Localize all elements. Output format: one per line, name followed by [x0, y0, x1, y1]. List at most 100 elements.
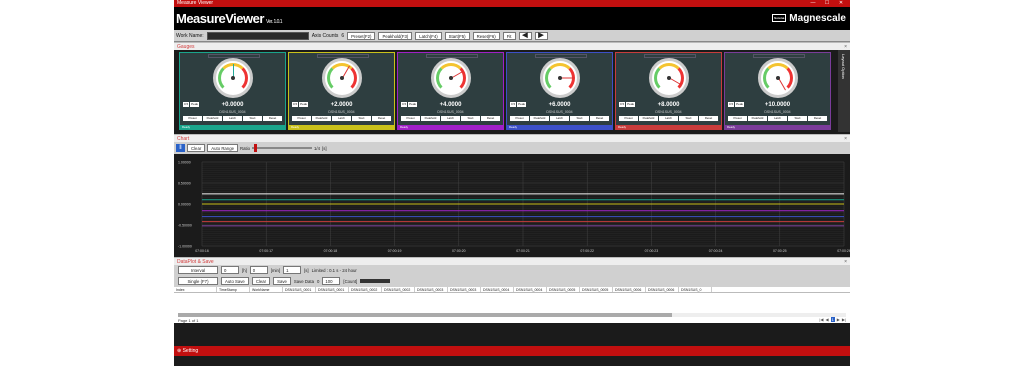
- column-header[interactable]: DSN1SUS_0004: [514, 287, 547, 292]
- interval-hours[interactable]: 0: [221, 266, 239, 274]
- gauge-button[interactable]: Peakhold: [639, 116, 658, 121]
- column-header[interactable]: Index: [174, 287, 217, 292]
- gauge-1[interactable]: 0.5 Peak +0.0000 DSN1SUS_0004 Preset Peakhold…: [179, 52, 286, 130]
- chart-clear-button[interactable]: Clear: [187, 144, 206, 152]
- column-header[interactable]: DSN1SUS_0004: [481, 287, 514, 292]
- gauge-button[interactable]: Peakhold: [312, 116, 331, 121]
- x-tick-label: 07:00:17: [259, 249, 273, 253]
- gauge-button[interactable]: Latch: [768, 116, 787, 121]
- column-header[interactable]: DSN1SUS_0001: [283, 287, 316, 292]
- save-data-a: 0: [316, 278, 320, 284]
- gauge-button[interactable]: Preset: [183, 116, 202, 121]
- datalist-clear-button[interactable]: Clear: [251, 277, 271, 285]
- column-header[interactable]: DSN1SUS_0003: [415, 287, 448, 292]
- pause-icon[interactable]: ‖: [176, 144, 185, 152]
- column-header[interactable]: DSN1SUS_0: [679, 287, 712, 292]
- ratio-slider[interactable]: [252, 144, 313, 152]
- status-setting[interactable]: Setting: [183, 348, 199, 354]
- gauge-button[interactable]: Preset: [619, 116, 638, 121]
- gauge-button[interactable]: Reset: [808, 116, 827, 121]
- latch-button[interactable]: Latch(F4): [415, 31, 442, 40]
- interval-minutes[interactable]: 0: [249, 266, 268, 274]
- column-header[interactable]: DSN1SUS_0005: [580, 287, 613, 292]
- column-header[interactable]: DSN1SUS_0001: [316, 287, 349, 292]
- column-header[interactable]: DSN1SUS_0002: [349, 287, 382, 292]
- line-chart: 1.000000.500000.00000-0.50000-1.0000007:…: [174, 154, 850, 257]
- column-header[interactable]: WorkName: [250, 287, 283, 292]
- gauge-button[interactable]: Latch: [332, 116, 351, 121]
- layout-option-tab[interactable]: Layout Option: [838, 50, 850, 132]
- gauge-3[interactable]: 0.5 Peak +4.0000 DSN1SUS_0004 Preset Peakhold…: [397, 52, 504, 130]
- gauge-6[interactable]: 0.5 Peak +10.0000 DSN1SUS_0004 Preset Peakhol…: [724, 52, 831, 130]
- datalist-close-icon[interactable]: ×: [844, 258, 847, 266]
- fit-button[interactable]: Fit: [502, 31, 516, 40]
- scroll-thumb[interactable]: [178, 313, 672, 317]
- gauge-button[interactable]: Start: [352, 116, 371, 121]
- gauge-button[interactable]: Start: [461, 116, 480, 121]
- save-button[interactable]: Save: [273, 277, 291, 285]
- x-tick-label: 07:00:20: [452, 249, 466, 253]
- gauge-button[interactable]: Start: [788, 116, 807, 121]
- y-tick-label: 0.50000: [178, 182, 191, 186]
- column-header[interactable]: DSN1SUS_0006: [646, 287, 679, 292]
- pager-item[interactable]: ▶: [837, 317, 840, 322]
- gauge-button[interactable]: Reset: [699, 116, 718, 121]
- reset-button[interactable]: Reset(F6): [472, 31, 500, 40]
- column-header[interactable]: DSN1SUS_0002: [382, 287, 415, 292]
- gauge-button[interactable]: Peakhold: [421, 116, 440, 121]
- pager-item[interactable]: ▶|: [842, 317, 846, 322]
- column-header[interactable]: TimeStamp: [217, 287, 250, 292]
- minimize-button[interactable]: —: [806, 0, 820, 7]
- slider-thumb[interactable]: [254, 144, 258, 152]
- gauge-button[interactable]: Start: [570, 116, 589, 121]
- gauge-4[interactable]: 0.5 Peak +6.0000 DSN1SUS_0004 Preset Peakhold…: [506, 52, 613, 130]
- column-header[interactable]: DSN1SUS_0006: [613, 287, 646, 292]
- status-bar: ⊕ Setting: [174, 346, 850, 356]
- column-header[interactable]: DSN1SUS_0005: [547, 287, 580, 292]
- pager-item[interactable]: ◀: [825, 317, 828, 322]
- interval-button[interactable]: Interval: [178, 266, 218, 274]
- setting-icon[interactable]: ⊕: [177, 348, 181, 354]
- gauge-button[interactable]: Start: [679, 116, 698, 121]
- prev-arrow-icon[interactable]: ◀: [518, 31, 532, 40]
- auto-range-button[interactable]: Auto Range: [207, 144, 238, 152]
- gauge-hub: [558, 76, 562, 80]
- gauge-button[interactable]: Preset: [401, 116, 420, 121]
- gauge-2[interactable]: 0.5 Peak +2.0000 DSN1SUS_0004 Preset Peakhold…: [288, 52, 395, 130]
- start-button[interactable]: Start(F5): [444, 31, 470, 40]
- gauge-button[interactable]: Preset: [728, 116, 747, 121]
- axis-counts-value[interactable]: 6: [341, 33, 344, 39]
- preset-button[interactable]: Preset(F2): [347, 31, 376, 40]
- gauge-button[interactable]: Reset: [263, 116, 282, 121]
- gauge-value: +4.0000: [439, 102, 462, 108]
- maximize-button[interactable]: ☐: [820, 0, 834, 7]
- gauge-dial: [431, 58, 471, 98]
- gauge-button[interactable]: Preset: [292, 116, 311, 121]
- save-data-count[interactable]: 100: [322, 277, 341, 285]
- gauge-button[interactable]: Peakhold: [203, 116, 222, 121]
- pager-item[interactable]: |◀: [819, 317, 823, 322]
- column-header[interactable]: DSN1SUS_0003: [448, 287, 481, 292]
- close-window-button[interactable]: ✕: [834, 0, 848, 7]
- gauge-button[interactable]: Reset: [481, 116, 500, 121]
- next-arrow-icon[interactable]: ▶: [534, 31, 548, 40]
- gauge-button[interactable]: Reset: [590, 116, 609, 121]
- gauge-button[interactable]: Preset: [510, 116, 529, 121]
- gauge-button[interactable]: Peakhold: [748, 116, 767, 121]
- gauge-button[interactable]: Latch: [441, 116, 460, 121]
- work-name-input[interactable]: [206, 31, 309, 40]
- gauge-button[interactable]: Reset: [372, 116, 391, 121]
- gauge-button[interactable]: Start: [243, 116, 262, 121]
- gauge-5[interactable]: 0.5 Peak +8.0000 DSN1SUS_0004 Preset Peakhold…: [615, 52, 722, 130]
- single-button[interactable]: Single (F7): [178, 277, 218, 285]
- chart-close-icon[interactable]: ×: [844, 135, 847, 143]
- peakhold-button[interactable]: Peakhold(F3): [378, 31, 413, 40]
- interval-seconds[interactable]: 1: [283, 266, 302, 274]
- gauge-button[interactable]: Peakhold: [530, 116, 549, 121]
- gauge-button[interactable]: Latch: [223, 116, 242, 121]
- gauge-button[interactable]: Latch: [659, 116, 678, 121]
- pager-item[interactable]: 1: [830, 317, 835, 322]
- horizontal-scrollbar[interactable]: [178, 313, 846, 317]
- gauge-button[interactable]: Latch: [550, 116, 569, 121]
- auto-save-button[interactable]: Auto Save: [221, 277, 249, 285]
